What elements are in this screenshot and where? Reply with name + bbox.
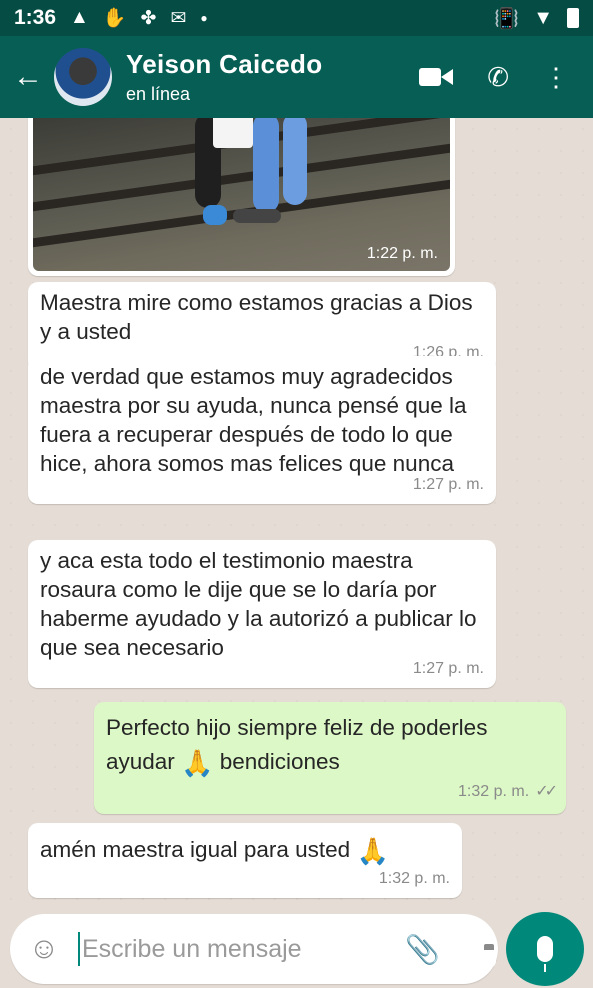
hand-icon: ✋ [102,8,127,29]
avatar[interactable] [54,48,112,106]
message-time: 1:32 p. m. [378,870,450,887]
more-options-icon[interactable]: ⋮ [543,64,569,90]
phone-icon[interactable]: ✆ [487,62,509,93]
vibrate-icon: 📳 [494,7,520,30]
dot-icon: ● [200,11,208,25]
message-time: 1:27 p. m. [412,476,484,493]
battery-icon [567,8,579,28]
message-time: 1:32 p. m. [458,783,530,800]
message-incoming[interactable]: amén maestra igual para usted 🙏 1:32 p. … [28,823,462,898]
status-time: 1:36 [14,6,57,29]
text-cursor [78,932,80,966]
photo-thumbnail[interactable]: 1:22 p. m. [33,118,450,271]
double-check-icon: ✓✓ [535,783,558,800]
gmail-icon: ✉ [170,7,187,29]
message-outgoing[interactable]: Perfecto hijo siempre feliz de poderles … [94,702,566,814]
contact-name: Yeison Caicedo [126,49,323,79]
chat-header: ← Yeison Caicedo en línea ✆ ⋮ [0,36,593,118]
message-text: y aca esta todo el testimonio maestra ro… [40,548,477,660]
prayer-emoji: 🙏 [181,748,214,778]
message-composer: ☺ Escribe un mensaje 📎 [10,914,498,984]
message-time: 1:22 p. m. [366,245,438,262]
contact-info[interactable]: Yeison Caicedo en línea [126,49,322,105]
video-call-icon[interactable] [419,66,454,88]
paperclip-icon[interactable]: 📎 [405,933,440,966]
microphone-icon [537,936,553,972]
message-text: amén maestra igual para usted [40,837,351,862]
message-text-end: bendiciones [219,749,340,774]
message-meta: 1:32 p. m. ✓✓ [458,775,558,809]
message-input[interactable]: Escribe un mensaje [82,935,302,964]
contact-status: en línea [126,84,191,104]
message-list[interactable]: 1:22 p. m. Maestra mire como estamos gra… [0,118,593,908]
message-time: 1:27 p. m. [412,660,484,677]
message-text: de verdad que estamos muy agradecidos ma… [40,364,467,476]
prayer-emoji: 🙏 [356,836,389,866]
image-message[interactable]: 1:22 p. m. [28,118,455,276]
message-incoming[interactable]: y aca esta todo el testimonio maestra ro… [28,540,496,688]
microphone-button[interactable] [506,912,584,986]
arrow-left-icon[interactable]: ← [4,60,52,94]
status-bar: 1:36 ▲ ✋ ✤ ✉ ● 📳 ▼ [0,0,593,36]
warning-icon: ▲ [70,7,89,28]
message-incoming[interactable]: de verdad que estamos muy agradecidos ma… [28,356,496,504]
wifi-icon: ▼ [533,6,553,29]
emoji-icon[interactable]: ☺ [24,932,64,966]
message-text: Maestra mire como estamos gracias a Dios… [40,290,473,344]
fan-icon: ✤ [140,7,157,29]
